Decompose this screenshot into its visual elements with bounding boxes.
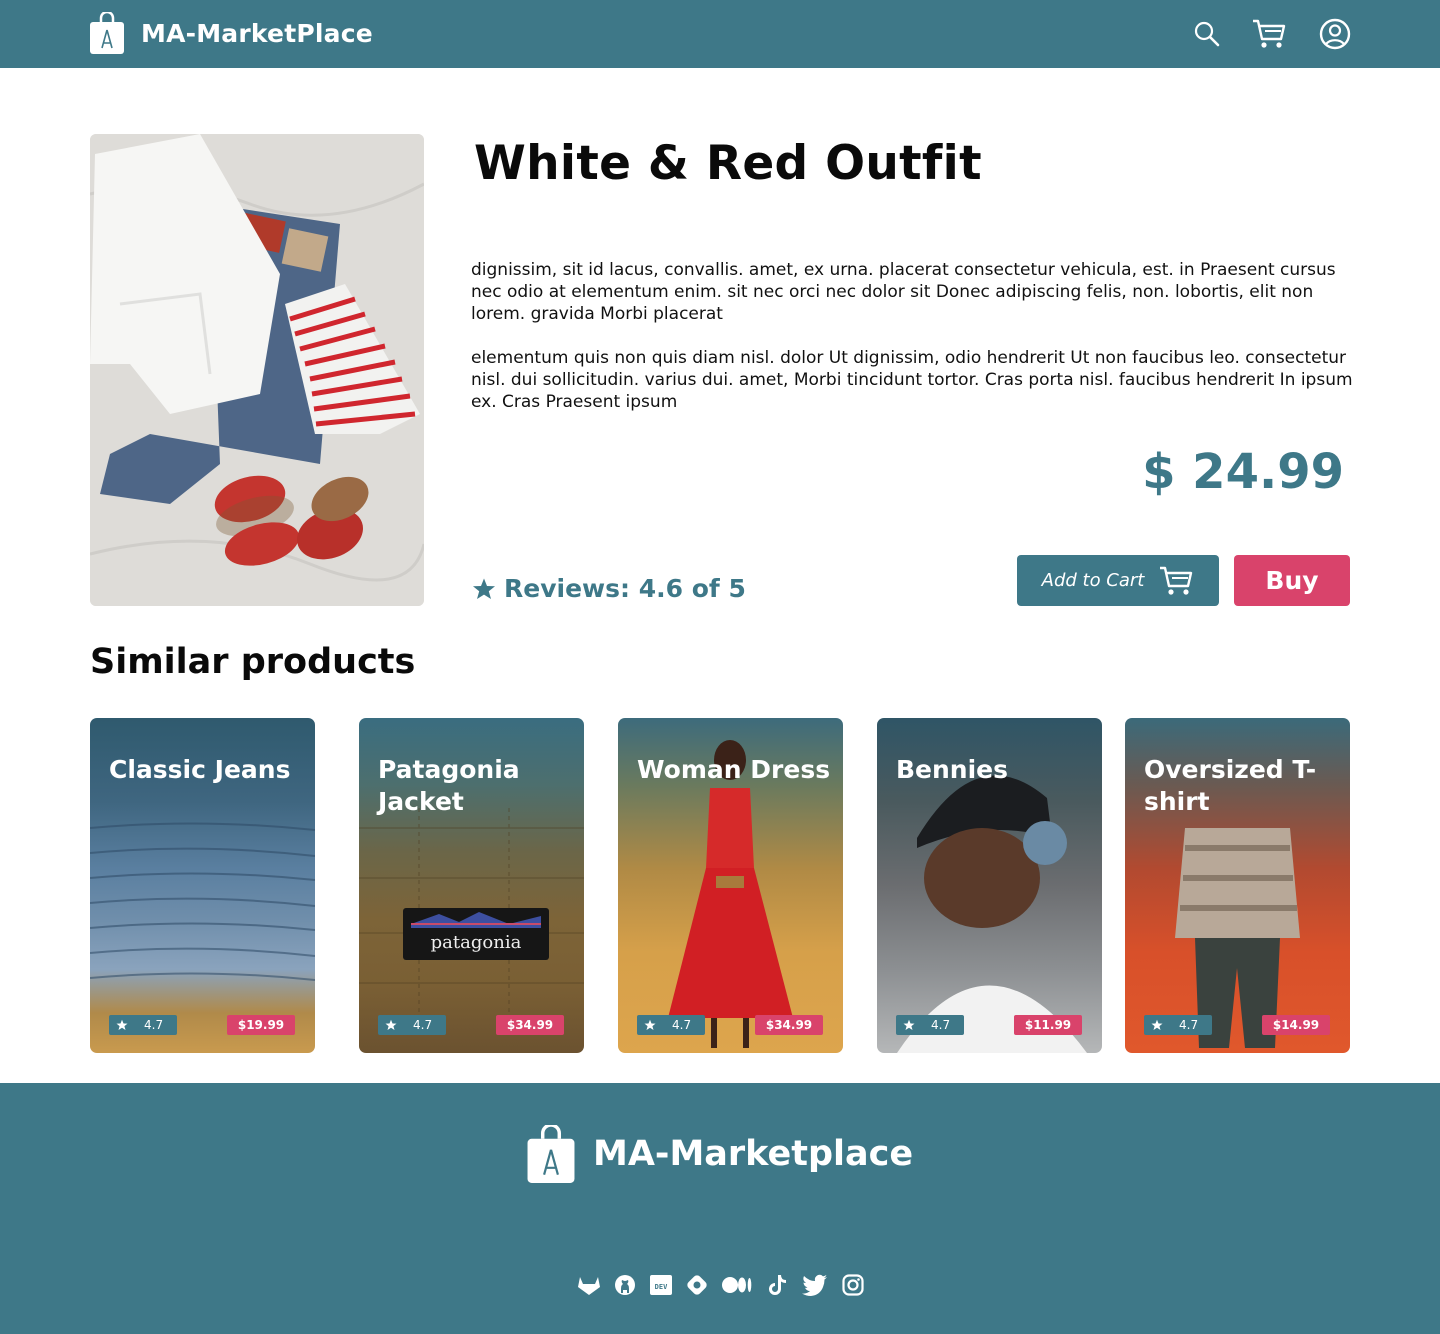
product-card-title: Bennies bbox=[896, 755, 1009, 784]
star-icon bbox=[116, 1019, 128, 1030]
star-icon bbox=[385, 1019, 397, 1030]
product-image bbox=[90, 134, 424, 606]
product-card-title: Oversized T-shirt bbox=[1144, 755, 1317, 816]
product-description: dignissim, sit id lacus, convallis. amet… bbox=[471, 259, 1361, 435]
star-icon bbox=[1151, 1019, 1163, 1030]
product-card[interactable]: Oversized T-shirt 4.7 $14.99 bbox=[1125, 718, 1350, 1053]
twitter-icon[interactable] bbox=[801, 1273, 829, 1297]
user-account-icon[interactable] bbox=[1316, 16, 1354, 52]
product-card[interactable]: Woman Dress 4.7 $34.99 bbox=[618, 718, 843, 1053]
rating-value: 4.7 bbox=[931, 1018, 951, 1032]
product-card-rating: 4.7 bbox=[109, 1015, 177, 1035]
jeans-stack-illustration bbox=[90, 822, 315, 981]
svg-text:patagonia: patagonia bbox=[431, 932, 522, 953]
medium-icon[interactable] bbox=[721, 1273, 753, 1297]
add-to-cart-button[interactable]: Add to Cart bbox=[1017, 555, 1219, 606]
product-card-price: $11.99 bbox=[1014, 1015, 1082, 1035]
brand-name: MA-MarketPlace bbox=[141, 18, 373, 48]
shopping-bag-logo-icon bbox=[527, 1125, 575, 1183]
star-icon bbox=[473, 578, 495, 599]
star-icon bbox=[644, 1019, 656, 1030]
cart-icon[interactable] bbox=[1250, 16, 1288, 52]
product-card[interactable]: Bennies 4.7 $11.99 bbox=[877, 718, 1102, 1053]
top-navbar: MA-MarketPlace bbox=[0, 0, 1440, 68]
rating-value: 4.7 bbox=[672, 1018, 692, 1032]
product-card-price: $34.99 bbox=[755, 1015, 823, 1035]
product-card-price: $14.99 bbox=[1262, 1015, 1330, 1035]
hashnode-icon[interactable] bbox=[685, 1273, 709, 1297]
footer-brand-name: MA-Marketplace bbox=[593, 1134, 914, 1174]
add-to-cart-label: Add to Cart bbox=[1041, 570, 1145, 591]
shopping-bag-logo-icon bbox=[90, 12, 124, 54]
product-card-rating: 4.7 bbox=[896, 1015, 964, 1035]
product-card-rating: 4.7 bbox=[378, 1015, 446, 1035]
product-card-title: Classic Jeans bbox=[109, 755, 291, 784]
brand-logo-link[interactable]: MA-MarketPlace bbox=[90, 12, 373, 54]
product-title: White & Red Outfit bbox=[474, 136, 982, 191]
product-card[interactable]: Classic Jeans 4.7 $19.99 bbox=[90, 718, 315, 1053]
footer: MA-Marketplace DEV bbox=[0, 1083, 1440, 1334]
product-card-price: $34.99 bbox=[496, 1015, 564, 1035]
description-paragraph: dignissim, sit id lacus, convallis. amet… bbox=[471, 260, 1336, 324]
product-price: $ 24.99 bbox=[1142, 444, 1344, 500]
cart-icon bbox=[1160, 566, 1193, 595]
rating-value: 4.7 bbox=[1179, 1018, 1199, 1032]
instagram-icon[interactable] bbox=[841, 1273, 865, 1297]
social-links: DEV bbox=[577, 1273, 877, 1297]
search-icon[interactable] bbox=[1188, 16, 1226, 52]
product-card-title: Woman Dress bbox=[637, 755, 831, 784]
product-card-rating: 4.7 bbox=[1144, 1015, 1212, 1035]
reviews-label: Reviews: 4.6 of 5 bbox=[504, 574, 746, 603]
product-card-rating: 4.7 bbox=[637, 1015, 705, 1035]
product-card-title: Patagonia Jacket bbox=[378, 755, 520, 816]
tiktok-icon[interactable] bbox=[765, 1273, 789, 1297]
buy-button[interactable]: Buy bbox=[1234, 555, 1350, 606]
product-reviews[interactable]: Reviews: 4.6 of 5 bbox=[472, 574, 746, 603]
footer-brand[interactable]: MA-Marketplace bbox=[527, 1125, 913, 1183]
github-icon[interactable] bbox=[613, 1273, 637, 1297]
dev-icon[interactable]: DEV bbox=[649, 1273, 673, 1297]
rating-value: 4.7 bbox=[144, 1018, 164, 1032]
description-paragraph: elementum quis non quis diam nisl. dolor… bbox=[471, 348, 1353, 412]
gitlab-icon[interactable] bbox=[577, 1273, 601, 1297]
svg-text:DEV: DEV bbox=[655, 1283, 668, 1291]
rating-value: 4.7 bbox=[413, 1018, 433, 1032]
product-card[interactable]: patagonia Patagonia Jacket 4.7 $34.99 bbox=[359, 718, 584, 1053]
similar-products-heading: Similar products bbox=[90, 642, 416, 682]
product-card-price: $19.99 bbox=[227, 1015, 295, 1035]
star-icon bbox=[903, 1019, 915, 1030]
